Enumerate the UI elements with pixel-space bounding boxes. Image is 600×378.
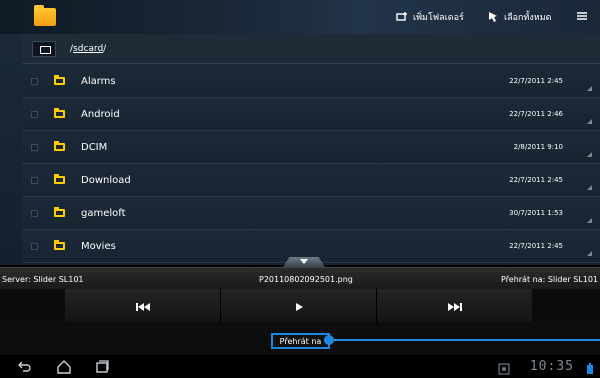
breadcrumb-sdcard[interactable]: sdcard (73, 44, 103, 54)
breadcrumb: /sdcard/ (70, 44, 106, 54)
file-name: Download (81, 174, 131, 186)
file-date: 30/7/2011 1:53 (509, 209, 563, 217)
menu-button[interactable] (576, 11, 588, 23)
play-to-button[interactable]: Přehrát na (271, 333, 330, 349)
screenshot-icon (498, 360, 514, 376)
file-name: DCIM (81, 141, 108, 153)
home-icon[interactable] (56, 359, 72, 375)
corner-indicator-icon (587, 119, 592, 124)
checkbox[interactable] (31, 110, 38, 118)
list-item[interactable]: DCIM 2/8/2011 9:10 (22, 131, 600, 164)
file-date: 22/7/2011 2:45 (509, 77, 563, 85)
breadcrumb-suffix: / (103, 43, 107, 54)
menu-icon (576, 11, 588, 23)
back-icon[interactable] (16, 359, 32, 375)
player-panel: Server: Slider SL101 P20110802092501.png… (0, 267, 600, 355)
play-button[interactable] (221, 289, 377, 322)
play-on-label: Přehrát na: Slider SL101 (500, 275, 598, 284)
callout-line (330, 339, 600, 341)
checkbox[interactable] (31, 242, 38, 250)
corner-indicator-icon (587, 185, 592, 190)
file-manager: เพิ่มโฟลเดอร์ เลือกทั้งหมด /sdcard/ Alar… (0, 0, 600, 265)
corner-indicator-icon (587, 152, 592, 157)
checkbox[interactable] (31, 143, 38, 151)
file-date: 22/7/2011 2:45 (509, 242, 563, 250)
folder-icon (54, 108, 65, 118)
list-item[interactable]: Alarms 22/7/2011 2:45 (22, 65, 600, 98)
folder-icon (54, 75, 65, 85)
filename-label: P20110802092501.png (259, 275, 353, 284)
add-folder-label: เพิ่มโฟลเดอร์ (413, 13, 464, 23)
select-all-button[interactable]: เลือกทั้งหมด (487, 10, 551, 24)
file-date: 22/7/2011 2:45 (509, 176, 563, 184)
play-to-label: Přehrát na (279, 336, 322, 346)
list-item[interactable]: Download 22/7/2011 2:45 (22, 164, 600, 197)
up-folder-button[interactable] (32, 40, 56, 57)
folder-icon (54, 240, 65, 250)
file-date: 22/7/2011 2:46 (509, 110, 563, 118)
server-label: Server: Slider SL101 (2, 275, 84, 284)
list-item[interactable]: Android 22/7/2011 2:46 (22, 98, 600, 131)
previous-button[interactable] (65, 289, 221, 322)
path-bar: /sdcard/ (22, 34, 600, 64)
checkbox[interactable] (31, 77, 38, 85)
top-bar: เพิ่มโฟลเดอร์ เลือกทั้งหมด (0, 0, 600, 34)
corner-indicator-icon (587, 218, 592, 223)
folder-icon (54, 141, 65, 151)
file-list: Alarms 22/7/2011 2:45 Android 22/7/2011 … (22, 65, 600, 265)
system-nav-bar: 10:35 (0, 355, 600, 378)
select-all-label: เลือกทั้งหมด (504, 13, 552, 23)
file-name: gameloft (81, 207, 126, 219)
folder-app-icon[interactable] (34, 5, 56, 26)
previous-icon (135, 296, 150, 315)
checkbox[interactable] (31, 176, 38, 184)
add-folder-icon (396, 11, 408, 23)
checkbox[interactable] (31, 209, 38, 217)
cursor-icon (487, 11, 499, 23)
file-date: 2/8/2011 9:10 (513, 143, 563, 151)
recent-apps-icon[interactable] (94, 359, 110, 375)
player-info-bar: Server: Slider SL101 P20110802092501.png… (0, 267, 600, 289)
file-name: Alarms (81, 75, 116, 87)
next-icon (447, 296, 462, 315)
folder-icon (54, 174, 65, 184)
file-name: Android (81, 108, 120, 120)
status-clock: 10:35 (529, 359, 574, 374)
collapse-player-handle[interactable] (283, 257, 325, 267)
play-to-bar: Přehrát na (0, 322, 600, 355)
folder-icon (54, 207, 65, 217)
corner-indicator-icon (587, 86, 592, 91)
play-icon (295, 296, 303, 315)
next-button[interactable] (377, 289, 532, 322)
playback-controls (65, 289, 532, 322)
corner-indicator-icon (587, 251, 592, 256)
battery-icon (584, 360, 600, 376)
add-folder-button[interactable]: เพิ่มโฟลเดอร์ (396, 10, 464, 24)
file-name: Movies (81, 240, 116, 252)
list-item[interactable]: gameloft 30/7/2011 1:53 (22, 197, 600, 230)
